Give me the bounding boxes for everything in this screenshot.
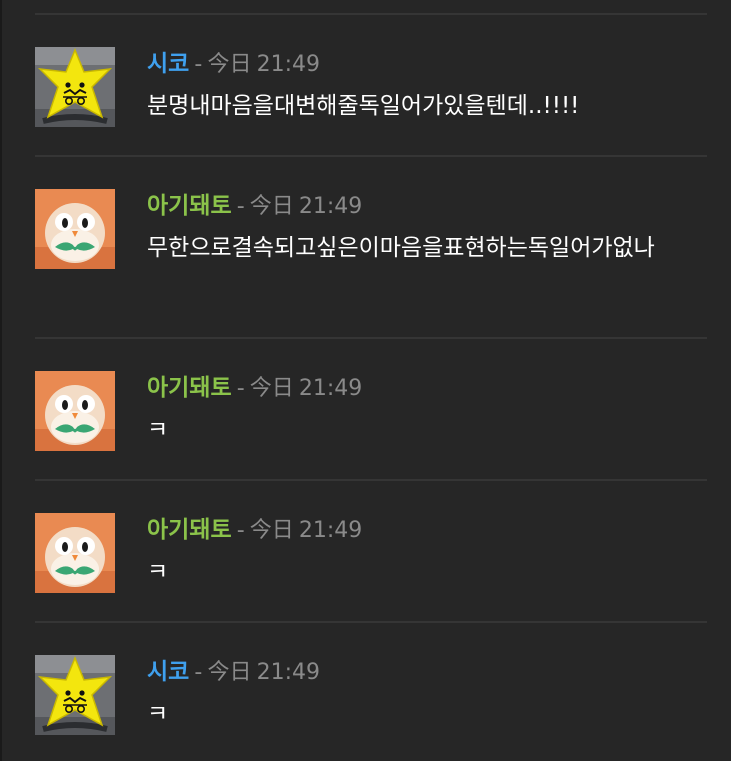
message-divider	[35, 155, 707, 157]
message-divider	[35, 621, 707, 623]
message-date-label: 今日	[249, 194, 294, 219]
author-name[interactable]: 아기돼토	[147, 375, 232, 401]
message-date-label: 今日	[207, 660, 252, 685]
owl-avatar-icon[interactable]	[35, 513, 115, 593]
message-date-label: 今日	[207, 52, 252, 77]
author-name[interactable]: 아기돼토	[147, 193, 232, 219]
message-timestamp: 21:49	[298, 518, 363, 543]
message-header: 아기돼토 - 今日 21:49	[147, 373, 362, 405]
yellow-star-avatar-icon[interactable]	[35, 47, 115, 127]
message-divider	[35, 337, 707, 339]
message-divider	[35, 479, 707, 481]
message-text: 무한으로결속되고싶은이마음을표현하는독일어가없나	[147, 235, 655, 261]
message-header: 아기돼토 - 今日 21:49	[147, 191, 362, 223]
author-name[interactable]: 시코	[147, 659, 189, 685]
message-date-label: 今日	[249, 518, 294, 543]
message-text: ㅋ	[147, 417, 169, 443]
message-date-label: 今日	[249, 376, 294, 401]
author-name[interactable]: 아기돼토	[147, 517, 232, 543]
message-separator: -	[194, 660, 203, 685]
yellow-star-avatar-icon[interactable]	[35, 655, 115, 735]
message-separator: -	[236, 376, 245, 401]
author-name[interactable]: 시코	[147, 51, 189, 77]
message-divider	[35, 13, 707, 15]
message-timestamp: 21:49	[256, 52, 320, 77]
message-timestamp: 21:49	[298, 376, 363, 401]
message-separator: -	[236, 194, 245, 219]
message-separator: -	[194, 52, 203, 77]
window-edge	[0, 0, 2, 761]
message-text: ㅋ	[147, 701, 169, 727]
message-header: 아기돼토 - 今日 21:49	[147, 515, 362, 547]
message-separator: -	[236, 518, 245, 543]
message-text: ㅋ	[147, 559, 169, 585]
message-header: 시코 - 今日 21:49	[147, 657, 320, 689]
owl-avatar-icon[interactable]	[35, 189, 115, 269]
owl-avatar-icon[interactable]	[35, 371, 115, 451]
message-timestamp: 21:49	[298, 194, 363, 219]
message-text: 분명내마음을대변해줄독일어가있을텐데..!!!!	[147, 93, 580, 119]
message-timestamp: 21:49	[256, 660, 320, 685]
message-header: 시코 - 今日 21:49	[147, 49, 320, 81]
